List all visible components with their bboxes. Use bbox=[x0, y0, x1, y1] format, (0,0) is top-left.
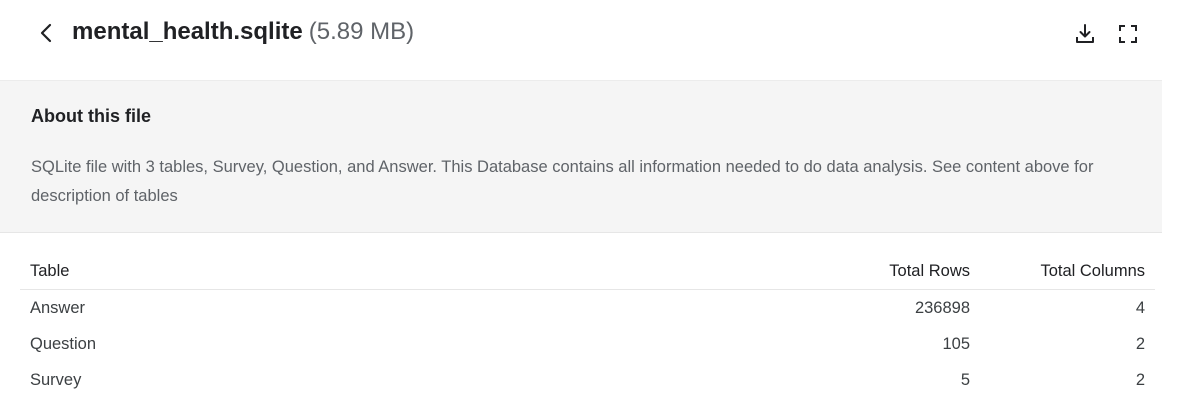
about-description: SQLite file with 3 tables, Survey, Quest… bbox=[31, 158, 1094, 205]
download-icon bbox=[1076, 24, 1094, 43]
column-header-table: Table bbox=[20, 253, 820, 290]
table-row[interactable]: Survey 5 2 bbox=[20, 362, 1155, 398]
fullscreen-icon bbox=[1119, 25, 1137, 43]
tables-table: Table Total Rows Total Columns Answer 23… bbox=[20, 253, 1155, 398]
total-columns-cell: 4 bbox=[1135, 298, 1145, 317]
total-columns-cell: 2 bbox=[1135, 370, 1145, 389]
file-header: mental_health.sqlite (5.89 MB) bbox=[0, 0, 1162, 81]
table-header-row: Table Total Rows Total Columns bbox=[20, 253, 1155, 290]
download-button[interactable] bbox=[1073, 22, 1097, 46]
table-row[interactable]: Question 105 2 bbox=[20, 326, 1155, 362]
file-title: mental_health.sqlite (5.89 MB) bbox=[72, 16, 414, 48]
file-size: (5.89 MB) bbox=[308, 18, 415, 45]
fullscreen-button[interactable] bbox=[1116, 22, 1140, 46]
table-row[interactable]: Answer 236898 4 bbox=[20, 290, 1155, 327]
total-columns-cell: 2 bbox=[1135, 334, 1145, 353]
about-section: About this file SQLite file with 3 table… bbox=[0, 81, 1162, 233]
back-button[interactable] bbox=[34, 19, 58, 47]
total-rows-cell: 5 bbox=[960, 370, 970, 389]
total-rows-cell: 236898 bbox=[914, 298, 970, 317]
chevron-left-icon bbox=[40, 23, 52, 43]
about-title: About this file bbox=[31, 106, 151, 126]
column-header-total-rows: Total Rows bbox=[820, 253, 980, 290]
total-rows-cell: 105 bbox=[942, 334, 970, 353]
tables-summary: Table Total Rows Total Columns Answer 23… bbox=[20, 253, 1155, 398]
table-name-cell: Answer bbox=[30, 298, 86, 317]
table-name-cell: Survey bbox=[30, 370, 82, 389]
column-header-total-columns: Total Columns bbox=[980, 253, 1155, 290]
file-name: mental_health.sqlite bbox=[72, 18, 303, 45]
table-name-cell: Question bbox=[30, 334, 97, 353]
